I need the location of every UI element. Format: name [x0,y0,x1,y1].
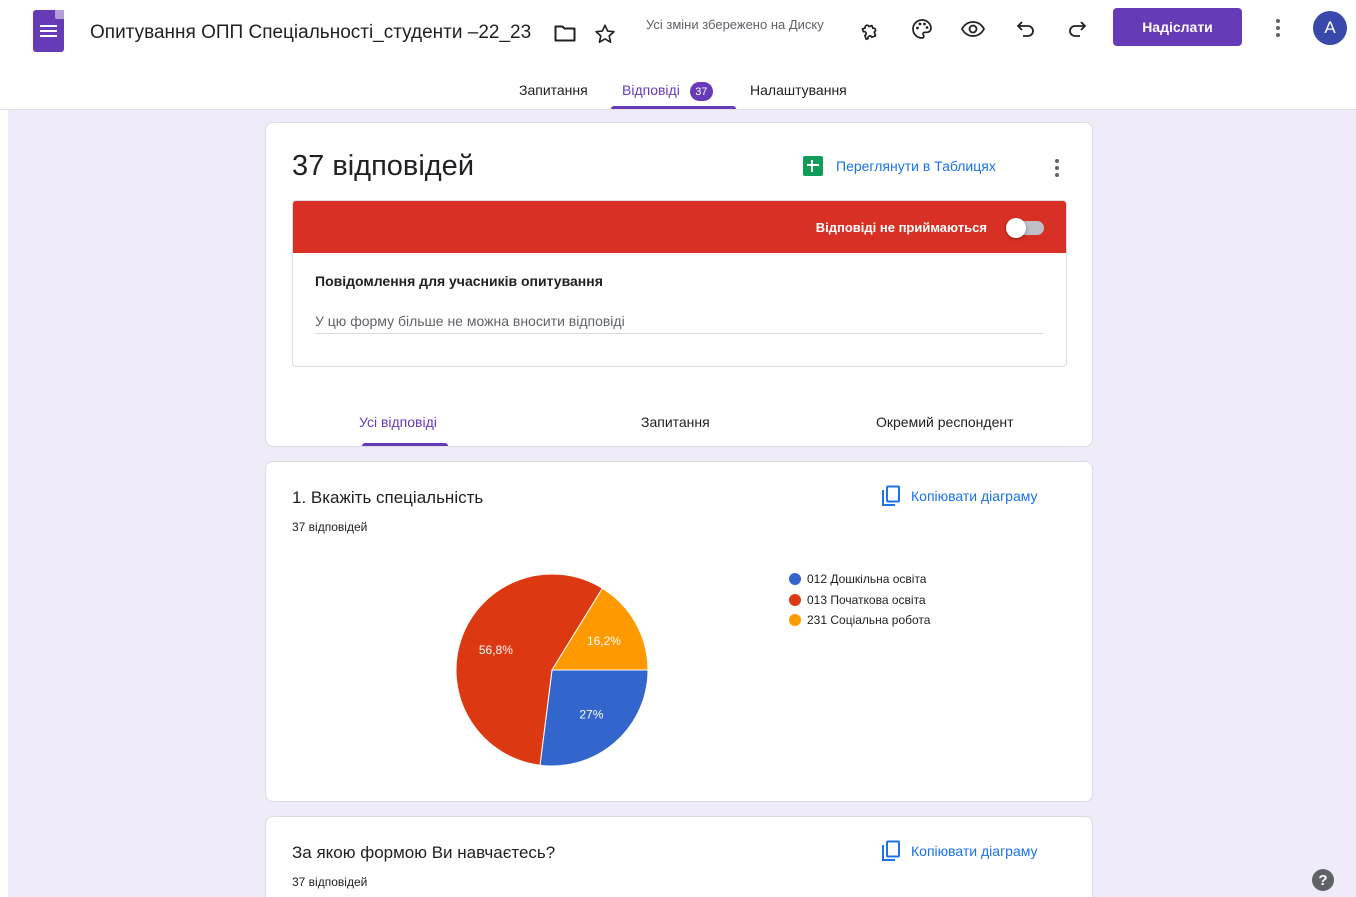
response-count-badge: 37 [689,82,713,101]
copy-chart-label: Копіювати діаграму [911,843,1038,859]
sheets-icon [803,156,823,176]
star-icon[interactable] [593,22,617,46]
pie-slice-label: 27% [579,708,603,722]
question-title: За якою формою Ви навчаєтесь? [292,843,556,862]
question-title: 1. Вкажіть спеціальність [292,488,484,507]
closed-notice: Відповіді не приймаються Повідомлення дл… [292,200,1067,367]
more-vert-icon[interactable] [1055,159,1059,180]
legend-swatch [789,573,801,586]
question-card: 1. Вкажіть спеціальність 37 відповідей К… [265,461,1093,802]
copy-icon [882,485,900,506]
question-response-count: 37 відповідей [292,875,368,889]
subtab-indicator [362,443,448,446]
copy-icon [882,840,900,861]
legend-item: 012 Дошкільна освіта [789,569,930,590]
view-in-sheets-link[interactable]: Переглянути в Таблицях [803,156,996,176]
active-tab-indicator [611,106,736,109]
tab-responses[interactable]: Відповіді 37 [622,82,713,101]
responses-count-title: 37 відповідей [292,150,475,182]
question-card: За якою формою Ви навчаєтесь? 37 відпові… [265,816,1093,897]
view-in-sheets-label: Переглянути в Таблицях [836,158,996,174]
copy-chart-button[interactable]: Копіювати діаграму [881,840,1038,862]
addon-icon[interactable] [858,16,884,42]
tab-settings-label: Налаштування [750,82,847,98]
tab-responses-label: Відповіді [622,82,680,99]
legend-label: 231 Соціальна робота [807,613,931,628]
more-vert-icon[interactable] [1276,19,1280,40]
pie-slice-label: 16,2% [587,634,621,648]
forms-logo-icon[interactable] [33,10,64,52]
respondent-message-label: Повідомлення для учасників опитування [315,273,603,289]
accepting-responses-toggle[interactable] [1006,218,1044,238]
legend-swatch [789,614,801,627]
legend-item: 013 Початкова освіта [789,590,930,611]
respondent-message-input[interactable] [315,308,1044,334]
closed-banner: Відповіді не приймаються [293,201,1066,253]
legend-label: 013 Початкова освіта [807,592,926,607]
redo-icon[interactable] [1064,16,1090,42]
copy-chart-button[interactable]: Копіювати діаграму [881,485,1038,507]
pie-slice-label: 56,8% [479,643,513,657]
legend-label: 012 Дошкільна освіта [807,572,927,587]
tab-questions-label: Запитання [519,82,588,98]
accepting-responses-label: Відповіді не приймаються [815,220,987,235]
toggle-thumb [1006,218,1026,238]
subtab-question[interactable]: Запитання [641,414,710,430]
folder-icon[interactable] [553,23,577,43]
legend-swatch [789,593,801,606]
tab-questions[interactable]: Запитання [519,82,588,98]
help-icon[interactable]: ? [1312,869,1334,891]
undo-icon[interactable] [1013,16,1039,42]
form-tabs: Запитання Відповіді 37 Налаштування [0,76,1356,110]
send-button[interactable]: Надіслати [1113,8,1242,46]
subtab-summary[interactable]: Усі відповіді [359,414,437,430]
subtab-individual[interactable]: Окремий респондент [876,414,1014,430]
responses-summary-card: 37 відповідей Переглянути в Таблицях Від… [265,122,1093,447]
pie-chart: 27% 56,8% 16,2% [455,573,649,767]
legend-item: 231 Соціальна робота [789,610,930,631]
palette-icon[interactable] [909,16,935,42]
avatar[interactable]: A [1313,11,1347,45]
copy-chart-label: Копіювати діаграму [911,488,1038,504]
question-response-count: 37 відповідей [292,520,368,534]
preview-eye-icon[interactable] [960,16,986,42]
chart-legend: 012 Дошкільна освіта 013 Початкова освіта… [789,569,930,631]
top-bar: Опитування ОПП Спеціальності_студенти –2… [0,0,1356,110]
document-title[interactable]: Опитування ОПП Спеціальності_студенти –2… [90,22,531,44]
save-status: Усі зміни збережено на Диску [646,17,824,32]
tab-settings[interactable]: Налаштування [750,82,847,98]
